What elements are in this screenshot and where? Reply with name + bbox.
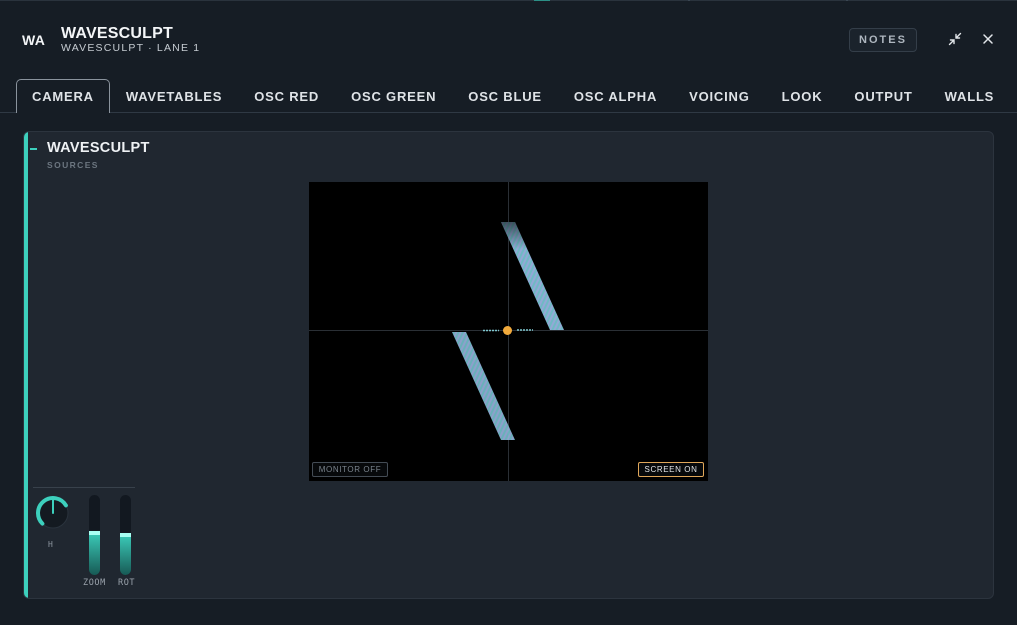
tab-osc-alpha[interactable]: OSC ALPHA — [558, 79, 673, 113]
waveform-view — [309, 182, 708, 481]
tab-wavetables[interactable]: WAVETABLES — [110, 79, 238, 113]
zoom-slider[interactable] — [89, 495, 100, 575]
rot-label: ROT — [118, 578, 136, 588]
panel-accent-tick — [30, 148, 37, 150]
tab-output[interactable]: OUTPUT — [838, 79, 928, 113]
rot-slider[interactable] — [120, 495, 131, 575]
window-title: WAVESCULPT — [61, 25, 173, 42]
monitor-off-button[interactable]: MONITOR OFF — [312, 462, 388, 477]
tab-walls[interactable]: WALLS — [929, 79, 1011, 113]
close-icon[interactable] — [978, 29, 998, 49]
panel-subtitle: SOURCES — [47, 160, 99, 170]
tab-osc-blue[interactable]: OSC BLUE — [452, 79, 558, 113]
app-badge: WA — [22, 32, 46, 48]
panel-title: WAVESCULPT — [47, 140, 150, 156]
camera-viewport[interactable]: MONITOR OFF SCREEN ON — [309, 182, 708, 481]
tab-look[interactable]: LOOK — [766, 79, 839, 113]
tab-camera[interactable]: CAMERA — [16, 79, 110, 113]
top-border — [0, 0, 1017, 1]
tab-osc-green[interactable]: OSC GREEN — [335, 79, 452, 113]
camera-center-dot — [503, 326, 512, 335]
waveform-band-lower — [452, 332, 515, 440]
minimize-arrows-icon[interactable] — [945, 29, 965, 49]
screen-on-button[interactable]: SCREEN ON — [638, 462, 704, 477]
h-knob-label: H — [48, 540, 53, 549]
notes-button[interactable]: NOTES — [849, 28, 917, 52]
camera-panel: WAVESCULPT SOURCES MONITOR OFF SCREEN ON… — [23, 131, 994, 599]
window-subtitle: WAVESCULPT · LANE 1 — [61, 42, 201, 54]
zoom-label: ZOOM — [83, 578, 106, 588]
panel-accent-bar — [24, 132, 28, 598]
tab-osc-red[interactable]: OSC RED — [238, 79, 335, 113]
tab-voicing[interactable]: VOICING — [673, 79, 766, 113]
controls-divider — [33, 487, 135, 488]
h-knob[interactable] — [33, 493, 73, 533]
tab-bar: CAMERA WAVETABLES OSC RED OSC GREEN OSC … — [16, 79, 1010, 113]
app-window: WA WAVESCULPT WAVESCULPT · LANE 1 NOTES … — [0, 0, 1017, 625]
